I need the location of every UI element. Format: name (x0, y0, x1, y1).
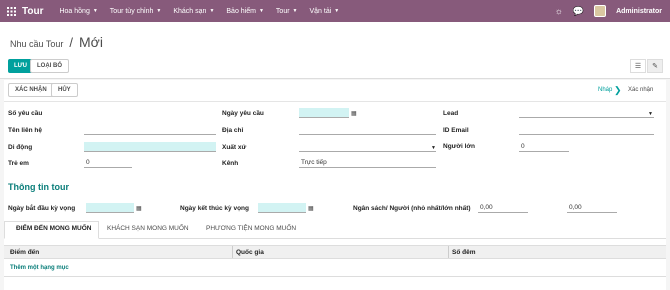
chat-icon[interactable]: 💬 (573, 6, 584, 17)
stage-confirmed[interactable]: Xác nhận (628, 87, 653, 93)
label-request-date: Ngày yêu cầu (222, 110, 264, 117)
caret-down-icon: ▼ (258, 8, 264, 14)
menu-label: Tour tùy chỉnh (109, 7, 154, 15)
label-expected-end: Ngày kết thúc kỳ vọng (180, 205, 249, 212)
tab-desired-hotels[interactable]: KHÁCH SẠN MONG MUỐN (107, 225, 189, 232)
breadcrumb: Nhu cầu Tour / Mới (10, 34, 103, 50)
menu-label: Hoa hồng (59, 7, 90, 15)
topbar-right: ☼ 💬 Administrator (555, 0, 662, 22)
confirm-button[interactable]: XÁC NHẬN (8, 83, 54, 97)
menu-tour-tuy-chinh[interactable]: Tour tùy chỉnh ▼ (110, 8, 162, 15)
expected-end-input[interactable] (258, 203, 306, 213)
mobile-input[interactable] (84, 142, 216, 152)
label-mobile: Di động (8, 144, 33, 151)
label-adults: Người lớn (443, 143, 476, 150)
request-date-input[interactable] (299, 108, 349, 118)
label-channel: Kênh (222, 160, 239, 167)
tab-desired-transport[interactable]: PHƯƠNG TIỆN MONG MUỐN (206, 225, 296, 232)
calendar-icon[interactable]: ▦ (136, 205, 142, 212)
menu-hoa-hong[interactable]: Hoa hồng ▼ (59, 8, 97, 15)
caret-down-icon: ▼ (209, 8, 215, 14)
column-header-country[interactable]: Quốc gia (236, 249, 264, 256)
bug-icon[interactable]: ☼ (555, 6, 563, 16)
tab-desired-destinations[interactable]: ĐIỂM ĐẾN MONG MUỐN (16, 225, 91, 232)
caret-down-icon: ▼ (334, 8, 340, 14)
form-view-icon[interactable]: ✎ (647, 59, 663, 73)
caret-down-icon: ▼ (92, 8, 98, 14)
email-id-input[interactable] (519, 125, 654, 135)
label-address: Địa chỉ (222, 127, 244, 134)
label-origin: Xuất xứ (222, 144, 247, 151)
top-navbar: Tour Hoa hồng ▼ Tour tùy chỉnh ▼ Khách sạn… (0, 0, 670, 22)
column-header-destination[interactable]: Điểm đến (10, 249, 39, 256)
column-divider (232, 246, 233, 258)
expected-start-input[interactable] (86, 203, 134, 213)
section-title-tour-info: Thông tin tour (8, 182, 69, 192)
address-input[interactable] (299, 125, 436, 135)
menu-bao-hiem[interactable]: Bảo hiểm ▼ (226, 8, 264, 15)
statusbar (4, 80, 666, 102)
menu-tour[interactable]: Tour ▼ (276, 8, 298, 15)
label-lead: Lead (443, 110, 459, 117)
children-input[interactable]: 0 (84, 158, 132, 168)
menu-label: Vận tải (309, 7, 332, 15)
caret-down-icon: ▼ (156, 8, 162, 14)
page-title: Mới (79, 34, 103, 50)
table-header (4, 245, 666, 259)
chevron-right-icon: ❯ (614, 85, 622, 95)
tab-bar (4, 222, 666, 239)
apps-menu-icon[interactable] (0, 0, 22, 22)
label-email-id: ID Email (443, 127, 469, 134)
caret-down-icon: ▼ (431, 145, 436, 151)
table-row (4, 276, 666, 277)
caret-down-icon: ▼ (292, 8, 298, 14)
breadcrumb-separator: / (69, 35, 73, 50)
breadcrumb-parent-link[interactable]: Nhu cầu Tour (10, 39, 63, 49)
add-line-link[interactable]: Thêm một hạng mục (10, 265, 69, 271)
stage-draft[interactable]: Nháp (598, 87, 612, 93)
menu-label: Khách sạn (173, 7, 207, 15)
label-children: Trẻ em (8, 160, 29, 167)
lead-select[interactable] (519, 108, 654, 118)
column-divider (448, 246, 449, 258)
menu-khach-san[interactable]: Khách sạn ▼ (173, 8, 214, 15)
app-brand[interactable]: Tour (22, 6, 43, 17)
budget-max-input[interactable]: 0,00 (567, 203, 617, 213)
column-header-nights[interactable]: Số đêm (452, 249, 475, 256)
avatar[interactable] (594, 5, 607, 17)
menu-label: Bảo hiểm (226, 7, 256, 15)
list-view-icon[interactable]: ☰ (630, 59, 646, 73)
adults-input[interactable]: 0 (519, 142, 569, 152)
contact-name-input[interactable] (84, 125, 216, 135)
calendar-icon[interactable]: ▦ (308, 205, 314, 212)
cancel-button[interactable]: HỦY (51, 83, 78, 97)
label-budget: Ngân sách/ Người (nhỏ nhất/lớn nhất) (353, 205, 471, 212)
budget-min-input[interactable]: 0,00 (478, 203, 528, 213)
menu-van-tai[interactable]: Vận tải ▼ (310, 8, 340, 15)
request-number-field[interactable] (84, 108, 216, 118)
discard-button[interactable]: LOẠI BỎ (30, 59, 69, 73)
user-name[interactable]: Administrator (616, 8, 662, 15)
label-request-number: Số yêu cầu (8, 110, 43, 117)
label-contact-name: Tên liên hệ (8, 127, 42, 134)
origin-select[interactable] (299, 142, 436, 152)
label-expected-start: Ngày bắt đầu kỳ vọng (8, 205, 76, 212)
caret-down-icon: ▼ (648, 111, 653, 117)
channel-select[interactable]: Trực tiếp (299, 158, 436, 168)
calendar-icon[interactable]: ▦ (351, 110, 357, 117)
menu-label: Tour (275, 7, 290, 15)
